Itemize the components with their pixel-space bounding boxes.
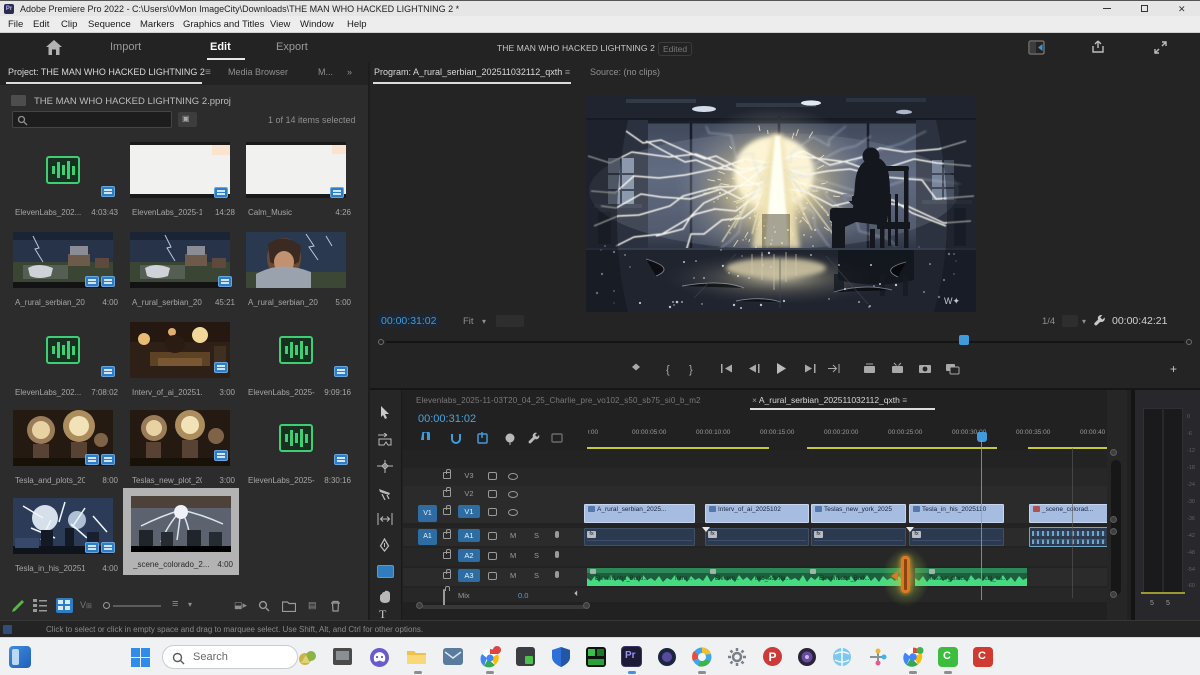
- svg-text:P: P: [769, 650, 777, 664]
- svg-text:uk1_adv.fla...: uk1_adv.fla...: [755, 576, 791, 582]
- svg-text:Intro...: Intro...: [675, 576, 692, 582]
- svg-text:Tesla.v_claus...: Tesla.v_claus...: [929, 576, 970, 582]
- svg-text:W✦: W✦: [944, 296, 960, 306]
- svg-text:{: {: [666, 364, 670, 376]
- svg-text:lubl_ca...: lubl_ca...: [983, 576, 1007, 582]
- svg-text:Elevenl...: Elevenl...: [715, 576, 740, 582]
- svg-text:ElevenLabs_Burk...: ElevenLabs_Burk...: [819, 576, 871, 582]
- svg-text:}: }: [689, 364, 693, 376]
- svg-text:ElevenLabs_Burkl...: ElevenLabs_Burkl...: [595, 576, 649, 582]
